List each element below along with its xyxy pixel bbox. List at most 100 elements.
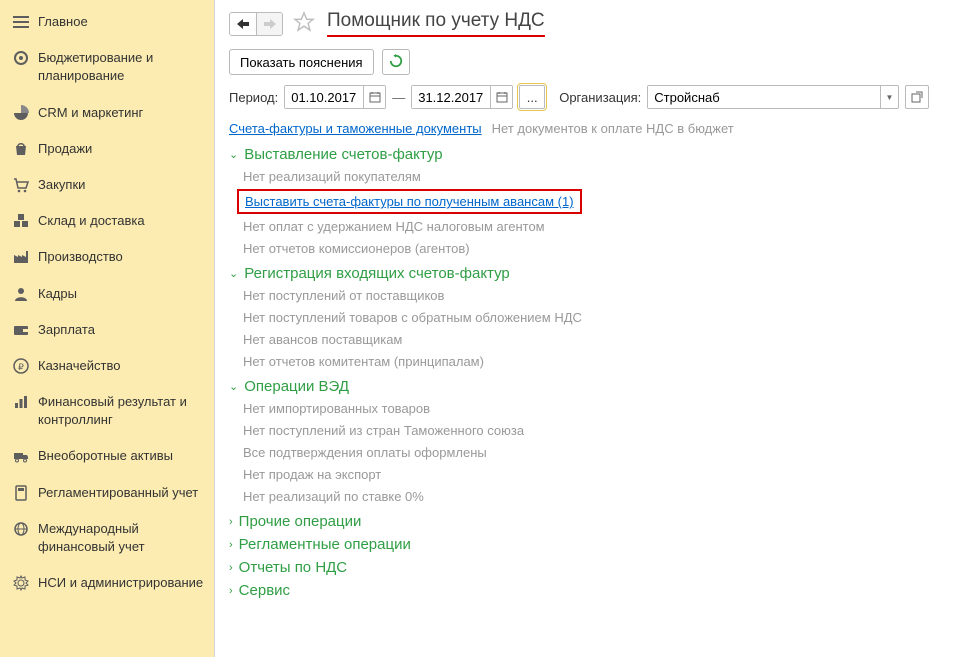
sidebar-item-admin[interactable]: НСИ и администрирование bbox=[0, 565, 214, 601]
date-from-field bbox=[284, 85, 386, 109]
org-input[interactable] bbox=[648, 86, 879, 108]
sidebar-item-salary[interactable]: Зарплата bbox=[0, 312, 214, 348]
sidebar-item-crm[interactable]: CRM и маркетинг bbox=[0, 95, 214, 131]
toolbar: Показать пояснения bbox=[215, 43, 962, 83]
chevron-right-icon: › bbox=[229, 516, 233, 528]
sidebar-item-hr[interactable]: Кадры bbox=[0, 276, 214, 312]
menu-icon bbox=[12, 13, 30, 31]
back-button[interactable] bbox=[230, 13, 256, 35]
globe-icon bbox=[12, 520, 30, 538]
period-label: Период: bbox=[229, 90, 278, 105]
sidebar-item-label: Кадры bbox=[38, 285, 77, 303]
sidebar-item-label: Бюджетирование и планирование bbox=[38, 49, 204, 85]
page-title: Помощник по учету НДС bbox=[327, 10, 545, 37]
sidebar-item-label: CRM и маркетинг bbox=[38, 104, 143, 122]
section-header[interactable]: ⌄ Операции ВЭД bbox=[229, 378, 948, 395]
show-hints-button[interactable]: Показать пояснения bbox=[229, 49, 374, 75]
sidebar-item-assets[interactable]: Внеоборотные активы bbox=[0, 438, 214, 474]
person-icon bbox=[12, 285, 30, 303]
calculator-icon bbox=[12, 484, 30, 502]
section-body: Нет импортированных товаров Нет поступле… bbox=[229, 397, 948, 507]
calendar-button-from[interactable] bbox=[363, 86, 385, 108]
chevron-down-icon: ⌄ bbox=[229, 380, 238, 393]
section-title: Сервис bbox=[239, 582, 290, 599]
date-to-input[interactable] bbox=[412, 86, 490, 108]
section-line: Нет поступлений товаров с обратным облож… bbox=[243, 306, 948, 328]
filter-row: Период: — ... Организация: ▼ bbox=[215, 83, 962, 117]
sidebar-item-main[interactable]: Главное bbox=[0, 4, 214, 40]
sidebar-item-budget[interactable]: Бюджетирование и планирование bbox=[0, 40, 214, 94]
section-ved-operations: ⌄ Операции ВЭД Нет импортированных товар… bbox=[229, 378, 948, 507]
section-line: Нет поступлений из стран Таможенного сою… bbox=[243, 419, 948, 441]
section-regulated-ops: › Регламентные операции bbox=[229, 536, 948, 553]
calendar-button-to[interactable] bbox=[490, 86, 512, 108]
gear-icon bbox=[12, 574, 30, 592]
org-field: ▼ bbox=[647, 85, 899, 109]
invoices-documents-link[interactable]: Счета-фактуры и таможенные документы bbox=[229, 121, 482, 136]
org-dropdown-button[interactable]: ▼ bbox=[880, 86, 899, 108]
sidebar-item-label: Зарплата bbox=[38, 321, 95, 339]
truck-icon bbox=[12, 447, 30, 465]
sidebar-item-label: Финансовый результат и контроллинг bbox=[38, 393, 204, 429]
sidebar-item-treasury[interactable]: ₽ Казначейство bbox=[0, 348, 214, 384]
org-open-button[interactable] bbox=[905, 85, 929, 109]
section-line: Нет реализаций покупателям bbox=[243, 165, 948, 187]
chevron-right-icon: › bbox=[229, 539, 233, 551]
piechart-icon bbox=[12, 104, 30, 122]
date-from-input[interactable] bbox=[285, 86, 363, 108]
section-title: Прочие операции bbox=[239, 513, 362, 530]
no-documents-text: Нет документов к оплате НДС в бюджет bbox=[492, 121, 734, 136]
highlight-box: Выставить счета-фактуры по полученным ав… bbox=[237, 189, 582, 214]
section-header[interactable]: › Прочие операции bbox=[229, 513, 948, 530]
section-service: › Сервис bbox=[229, 582, 948, 599]
sidebar-item-label: Склад и доставка bbox=[38, 212, 145, 230]
boxes-icon bbox=[12, 212, 30, 230]
refresh-icon bbox=[389, 54, 403, 71]
section-title: Отчеты по НДС bbox=[239, 559, 347, 576]
forward-button[interactable] bbox=[256, 13, 282, 35]
sidebar-item-sales[interactable]: Продажи bbox=[0, 131, 214, 167]
section-line: Нет отчетов комиссионеров (агентов) bbox=[243, 237, 948, 259]
sidebar-item-label: Международный финансовый учет bbox=[38, 520, 204, 556]
issue-advance-invoices-link[interactable]: Выставить счета-фактуры по полученным ав… bbox=[245, 194, 574, 209]
favorite-icon[interactable] bbox=[293, 11, 315, 36]
section-title: Регистрация входящих счетов-фактур bbox=[244, 265, 510, 282]
factory-icon bbox=[12, 248, 30, 266]
sidebar-item-finresult[interactable]: Финансовый результат и контроллинг bbox=[0, 384, 214, 438]
sidebar-item-purchases[interactable]: Закупки bbox=[0, 167, 214, 203]
sidebar-item-label: НСИ и администрирование bbox=[38, 574, 203, 592]
nav-buttons bbox=[229, 12, 283, 36]
chevron-down-icon: ⌄ bbox=[229, 267, 238, 280]
section-header[interactable]: › Отчеты по НДС bbox=[229, 559, 948, 576]
period-picker-button[interactable]: ... bbox=[519, 85, 545, 109]
sidebar-item-regulated[interactable]: Регламентированный учет bbox=[0, 475, 214, 511]
sidebar-item-warehouse[interactable]: Склад и доставка bbox=[0, 203, 214, 239]
sidebar-item-production[interactable]: Производство bbox=[0, 239, 214, 275]
section-body: Нет реализаций покупателям Выставить сче… bbox=[229, 165, 948, 259]
section-header[interactable]: › Сервис bbox=[229, 582, 948, 599]
svg-text:₽: ₽ bbox=[18, 362, 24, 372]
section-line: Все подтверждения оплаты оформлены bbox=[243, 441, 948, 463]
section-line: Нет отчетов комитентам (принципалам) bbox=[243, 350, 948, 372]
section-body: Нет поступлений от поставщиков Нет посту… bbox=[229, 284, 948, 372]
section-line: Нет импортированных товаров bbox=[243, 397, 948, 419]
ruble-icon: ₽ bbox=[12, 357, 30, 375]
sidebar-item-label: Продажи bbox=[38, 140, 92, 158]
sidebar-item-label: Главное bbox=[38, 13, 88, 31]
sidebar-item-label: Регламентированный учет bbox=[38, 484, 198, 502]
section-header[interactable]: ⌄ Выставление счетов-фактур bbox=[229, 146, 948, 163]
wallet-icon bbox=[12, 321, 30, 339]
section-line: Нет реализаций по ставке 0% bbox=[243, 485, 948, 507]
section-vat-reports: › Отчеты по НДС bbox=[229, 559, 948, 576]
section-header[interactable]: › Регламентные операции bbox=[229, 536, 948, 553]
sidebar-item-ifrs[interactable]: Международный финансовый учет bbox=[0, 511, 214, 565]
section-line: Нет поступлений от поставщиков bbox=[243, 284, 948, 306]
sidebar-item-label: Производство bbox=[38, 248, 123, 266]
section-header[interactable]: ⌄ Регистрация входящих счетов-фактур bbox=[229, 265, 948, 282]
chevron-down-icon: ⌄ bbox=[229, 148, 238, 161]
bag-icon bbox=[12, 140, 30, 158]
chevron-right-icon: › bbox=[229, 585, 233, 597]
refresh-button[interactable] bbox=[382, 49, 410, 75]
chevron-right-icon: › bbox=[229, 562, 233, 574]
section-line: Нет авансов поставщикам bbox=[243, 328, 948, 350]
